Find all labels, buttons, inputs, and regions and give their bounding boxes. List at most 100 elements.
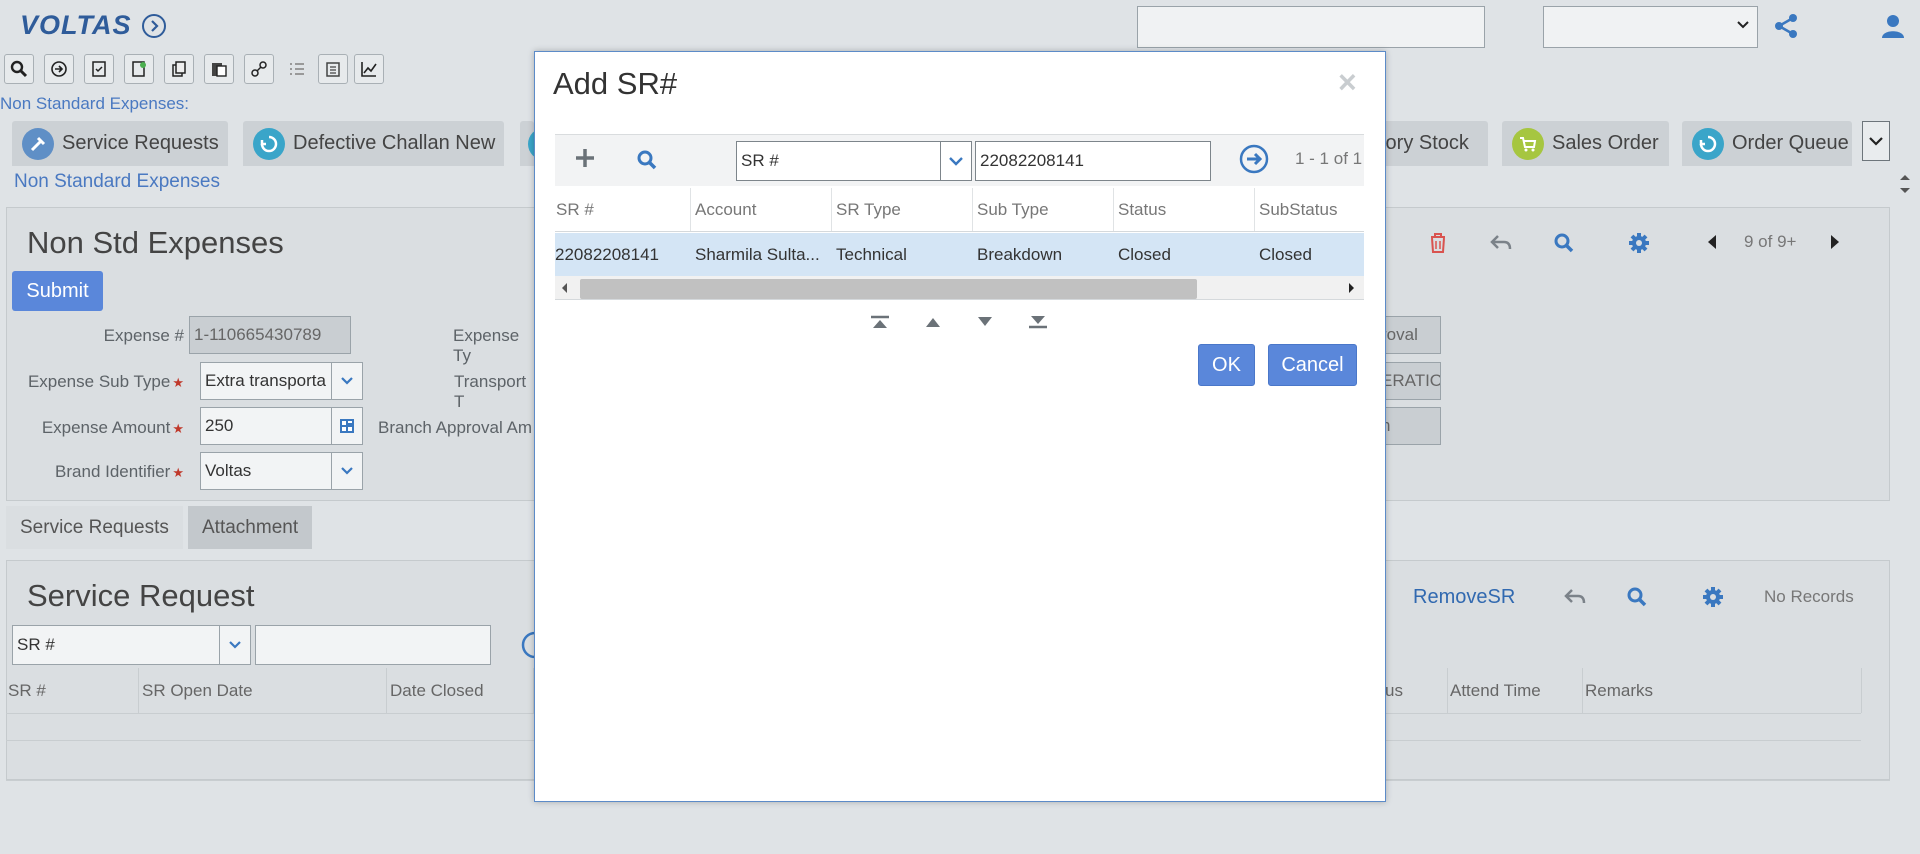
col-sr-no[interactable]: SR #	[555, 188, 691, 231]
col-attend-time[interactable]: Attend Time	[1449, 668, 1583, 713]
search-icon[interactable]	[1553, 232, 1575, 254]
subtab-attachment[interactable]: Attachment	[188, 506, 313, 549]
cell-sr-no[interactable]: 22082208141	[555, 233, 691, 276]
undo-icon[interactable]	[1563, 587, 1587, 607]
cart-icon	[1512, 128, 1544, 160]
chevron-down-icon[interactable]	[331, 362, 363, 400]
tab-service-requests[interactable]: Service Requests	[12, 121, 228, 166]
right-field-1: roval	[1380, 316, 1441, 354]
cancel-button[interactable]: Cancel	[1268, 344, 1357, 386]
col-remarks[interactable]: Remarks	[1584, 668, 1862, 713]
delete-icon[interactable]	[1428, 232, 1448, 254]
cell-substatus: Closed	[1259, 244, 1312, 264]
prev-record-icon[interactable]	[1706, 233, 1718, 251]
scroll-arrows-icon[interactable]	[1898, 171, 1912, 197]
divider	[555, 231, 1364, 232]
tools-icon	[22, 128, 54, 160]
paste-icon[interactable]	[204, 54, 234, 84]
search-icon[interactable]	[1626, 586, 1648, 608]
list-icon[interactable]	[282, 54, 312, 84]
col-sr-open-date[interactable]: SR Open Date	[140, 668, 387, 713]
remove-sr-button[interactable]: RemoveSR	[1413, 586, 1515, 609]
cell-account: Sharmila Sulta...	[695, 244, 820, 264]
calculator-icon[interactable]	[331, 407, 363, 445]
close-icon[interactable]: ×	[1338, 64, 1357, 101]
subtab-service-requests[interactable]: Service Requests	[6, 506, 183, 549]
chevron-down-icon	[1736, 18, 1750, 32]
tab-order-queue[interactable]: Order Queue	[1682, 121, 1852, 166]
more-tabs-button[interactable]	[1862, 121, 1890, 161]
first-record-icon[interactable]	[870, 315, 890, 329]
tab-sales-order[interactable]: Sales Order	[1502, 121, 1669, 166]
link-icon[interactable]	[244, 54, 274, 84]
app-logo: VOLTAS	[20, 10, 132, 40]
breadcrumb-link[interactable]: Non Standard Expenses	[14, 171, 220, 193]
next-record-icon[interactable]	[975, 315, 995, 329]
col-account[interactable]: Account	[692, 188, 832, 231]
search-icon[interactable]	[636, 149, 658, 171]
ok-button[interactable]: OK	[1198, 344, 1255, 386]
submit-button[interactable]: Submit	[12, 271, 103, 311]
dialog-title: Add SR#	[553, 66, 678, 101]
sr-panel-title: Service Request	[27, 578, 255, 613]
recycle-icon	[1692, 128, 1724, 160]
go-arrow-icon[interactable]	[44, 54, 74, 84]
search-icon[interactable]	[4, 54, 34, 84]
gear-icon[interactable]	[1701, 585, 1725, 609]
scroll-left-icon[interactable]	[561, 282, 569, 294]
right-field-2: ERATIO	[1380, 362, 1441, 400]
expense-sub-type-field[interactable]: Extra transporta	[200, 362, 332, 400]
gear-icon[interactable]	[1627, 231, 1651, 255]
next-record-icon[interactable]	[1829, 233, 1841, 251]
logo-arrow-icon[interactable]	[142, 14, 166, 38]
expense-type-label: Expense Ty	[453, 326, 520, 365]
expense-sub-type-label: Expense Sub Type ★	[27, 372, 184, 391]
last-record-icon[interactable]	[1028, 315, 1048, 329]
chevron-down-icon[interactable]	[219, 625, 251, 665]
col-sr-type[interactable]: SR Type	[833, 188, 973, 231]
cell-status: Closed	[1118, 244, 1171, 264]
sr-query-value[interactable]	[255, 625, 491, 665]
brand-identifier-field[interactable]: Voltas	[200, 452, 332, 490]
dialog-query-input[interactable]: 22082208141	[975, 141, 1211, 181]
expense-no-label: Expense #	[103, 326, 184, 345]
cell-sub-type: Breakdown	[977, 244, 1063, 264]
scrollbar-thumb[interactable]	[580, 279, 1197, 299]
col-sr-no[interactable]: SR #	[6, 668, 139, 713]
tab-label: Order Queue	[1732, 132, 1849, 154]
breadcrumb: Non Standard Expenses:	[0, 94, 190, 113]
global-search-input[interactable]	[1137, 6, 1485, 48]
brand-identifier-label: Brand Identifier ★	[55, 462, 184, 481]
expense-amount-label: Expense Amount ★	[41, 418, 184, 437]
checklist-icon[interactable]	[84, 54, 114, 84]
tab-label: Sales Order	[1552, 132, 1659, 154]
dialog-query-field[interactable]: SR #	[736, 141, 941, 181]
go-arrow-icon[interactable]	[1238, 143, 1270, 175]
expense-amount-field[interactable]: 250	[200, 407, 332, 445]
chevron-down-icon[interactable]	[940, 141, 972, 181]
col-status[interactable]: Status	[1115, 188, 1255, 231]
new-doc-icon[interactable]	[124, 54, 154, 84]
undo-icon[interactable]	[1489, 233, 1513, 253]
global-select[interactable]	[1543, 6, 1758, 48]
previous-record-icon[interactable]	[923, 315, 943, 329]
toolbar	[0, 54, 400, 86]
scroll-right-icon[interactable]	[1347, 282, 1355, 294]
tab-defective-challan-new[interactable]: Defective Challan New	[243, 121, 504, 166]
col-status[interactable]: us	[1385, 668, 1448, 713]
add-icon[interactable]	[574, 147, 596, 169]
col-substatus[interactable]: SubStatus	[1256, 188, 1364, 231]
col-sub-type[interactable]: Sub Type	[974, 188, 1114, 231]
col-date-closed[interactable]: Date Closed	[388, 668, 534, 713]
user-icon[interactable]	[1880, 13, 1906, 39]
sr-query-field[interactable]: SR #	[12, 625, 220, 665]
tab-label: Service Requests	[62, 132, 219, 154]
cell-sr-type: Technical	[836, 244, 907, 264]
tab-inventory-stock[interactable]: tory Stock	[1380, 121, 1488, 166]
chevron-down-icon[interactable]	[331, 452, 363, 490]
clipboard-icon[interactable]	[318, 54, 348, 84]
tab-partial[interactable]	[520, 121, 560, 166]
chart-icon[interactable]	[354, 54, 384, 84]
share-icon[interactable]	[1772, 12, 1800, 40]
copy-icon[interactable]	[164, 54, 194, 84]
